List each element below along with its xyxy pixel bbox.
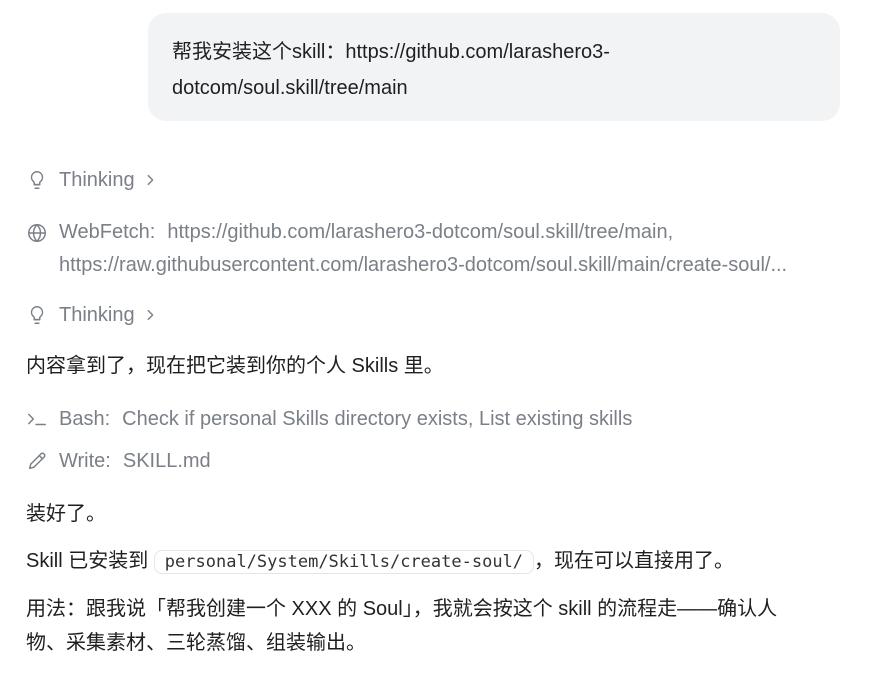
pencil-icon — [26, 450, 48, 472]
install-path-code: personal/System/Skills/create-soul/ — [153, 550, 535, 574]
thinking-toggle-2[interactable]: Thinking — [26, 301, 844, 329]
bash-tool-call[interactable]: Bash: Check if personal Skills directory… — [26, 405, 844, 433]
user-message-line-1: 帮我安装这个skill：https://github.com/larashero… — [172, 41, 610, 63]
usage-line-1: 用法：跟我说「帮我创建一个 XXX 的 Soul」，我就会按这个 skill 的… — [26, 598, 778, 620]
bash-detail: Check if personal Skills directory exist… — [122, 407, 633, 430]
assistant-reply-3: Skill 已安装到 personal/System/Skills/create… — [26, 545, 844, 579]
assistant-reply-2: 装好了。 — [26, 503, 106, 525]
globe-icon — [26, 222, 48, 244]
webfetch-tool-call[interactable]: WebFetch: https://github.com/larashero3-… — [26, 216, 846, 282]
terminal-icon — [26, 408, 48, 430]
install-text-before: Skill 已安装到 — [26, 550, 149, 572]
webfetch-url-1: https://github.com/larashero3-dotcom/sou… — [167, 221, 674, 243]
write-detail: SKILL.md — [122, 449, 211, 472]
chevron-right-icon — [143, 173, 157, 187]
lightbulb-icon — [26, 169, 48, 191]
lightbulb-icon — [26, 304, 48, 326]
webfetch-label: WebFetch: — [59, 221, 156, 243]
assistant-reply-1: 内容拿到了，现在把它装到你的个人 Skills 里。 — [26, 355, 444, 377]
write-tool-call[interactable]: Write: SKILL.md — [26, 447, 844, 475]
usage-line-2: 物、采集素材、三轮蒸馏、组装输出。 — [26, 632, 366, 654]
assistant-reply-4: 用法：跟我说「帮我创建一个 XXX 的 Soul」，我就会按这个 skill 的… — [26, 592, 838, 660]
thinking-label-2: Thinking — [59, 303, 135, 326]
user-message-line-2: dotcom/soul.skill/tree/main — [172, 77, 408, 99]
install-text-after: ，现在可以直接用了。 — [534, 550, 735, 572]
thinking-label-1: Thinking — [59, 168, 135, 191]
user-message-bubble: 帮我安装这个skill：https://github.com/larashero… — [148, 13, 840, 121]
chevron-right-icon — [143, 308, 157, 322]
thinking-toggle-1[interactable]: Thinking — [26, 166, 844, 194]
webfetch-url-2: https://raw.githubusercontent.com/larash… — [59, 254, 788, 276]
bash-label: Bash: — [59, 407, 111, 430]
write-label: Write: — [59, 449, 111, 472]
